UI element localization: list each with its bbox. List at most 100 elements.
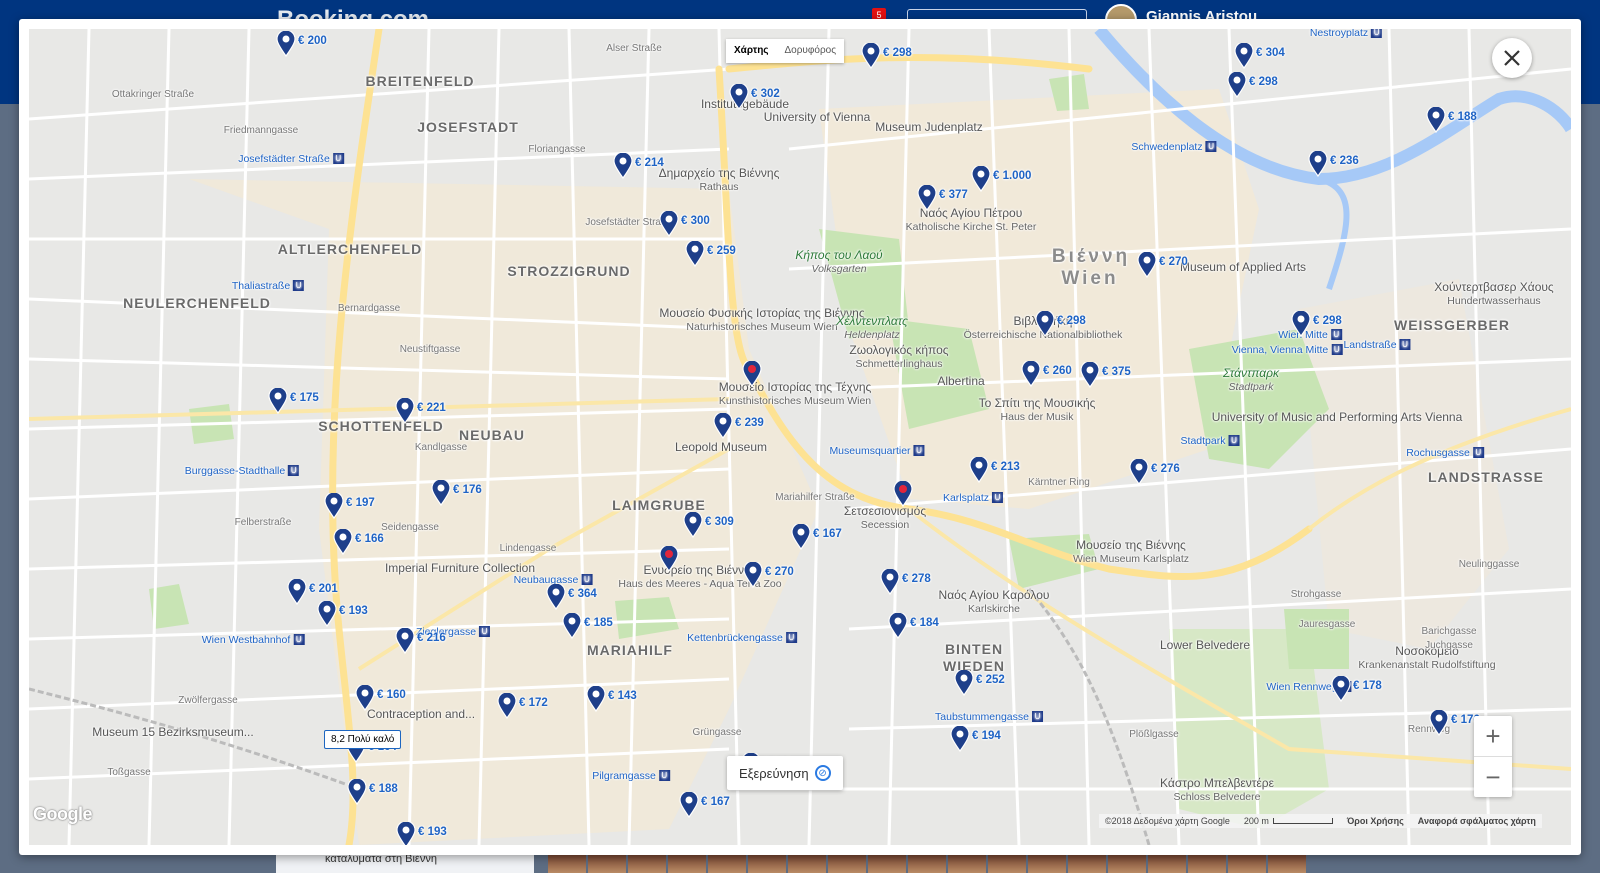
hotel-price-label[interactable]: € 188 (369, 783, 398, 795)
map-label-music-gr[interactable]: Το Σπίτι της Μουσικής Haus der Musik (979, 396, 1096, 423)
map-label-university[interactable]: University of Vienna (764, 110, 871, 125)
hotel-price-label[interactable]: € 172 (519, 697, 548, 709)
map-label-burggasse[interactable]: Burggasse-Stadthalle U (185, 465, 300, 477)
thumbnail[interactable] (708, 852, 746, 873)
hotel-price-label[interactable]: € 364 (568, 588, 597, 600)
hotel-price-label[interactable]: € 276 (1151, 463, 1180, 475)
hotel-price-label[interactable]: € 260 (1043, 365, 1072, 377)
hotel-price-label[interactable]: € 298 (1057, 315, 1086, 327)
scale-bar[interactable]: 200 m (1244, 816, 1333, 826)
map-label-furniture[interactable]: Imperial Furniture Collection (385, 561, 535, 576)
thumbnail[interactable] (748, 852, 786, 873)
hotel-price-label[interactable]: € 270 (1159, 256, 1188, 268)
hotel-price-label[interactable]: € 377 (939, 189, 968, 201)
map-label-thaliastrasse[interactable]: Thaliastraße U (232, 280, 305, 292)
thumbnail[interactable] (668, 852, 706, 873)
map-label-belvedere-lower[interactable]: Lower Belvedere (1160, 638, 1250, 653)
hotel-price-label[interactable]: € 193 (339, 605, 368, 617)
hotel-pin-icon[interactable] (679, 792, 699, 818)
hotel-price-label[interactable]: € 298 (1249, 76, 1278, 88)
hotel-price-label[interactable]: € 236 (1330, 155, 1359, 167)
hotel-pin-icon[interactable] (969, 457, 989, 483)
hotel-pin-icon[interactable] (1291, 311, 1311, 337)
hotel-price-label[interactable]: € 298 (1313, 315, 1342, 327)
hotel-pin-icon[interactable] (546, 584, 566, 610)
thumbnail[interactable] (628, 852, 666, 873)
map-label-belvedere-gr[interactable]: Κάστρο Μπελβεντέρε Schloss Belvedere (1160, 776, 1274, 803)
hotel-pin-icon[interactable] (347, 779, 367, 805)
hotel-pin-icon[interactable] (586, 686, 606, 712)
thumbnail[interactable] (1108, 852, 1146, 873)
map-label-albertina[interactable]: Albertina (937, 374, 984, 389)
hotel-pin-icon[interactable] (268, 388, 288, 414)
hotel-price-label[interactable]: € 259 (707, 245, 736, 257)
hotel-pin-icon[interactable] (396, 822, 416, 845)
hotel-pin-icon[interactable] (1137, 252, 1157, 278)
hotel-pin-icon[interactable] (333, 529, 353, 555)
hotel-pin-icon[interactable] (659, 211, 679, 237)
thumbnail[interactable] (1268, 852, 1306, 873)
hotel-price-label[interactable]: € 300 (681, 215, 710, 227)
map-label-taubstummen[interactable]: Taubstummengasse U (935, 711, 1043, 723)
hotel-price-label[interactable]: € 197 (346, 497, 375, 509)
thumbnail[interactable] (788, 852, 826, 873)
hotel-pin-icon[interactable] (729, 84, 749, 110)
map-label-nestroyplatz[interactable]: Nestroyplatz U (1310, 29, 1383, 39)
hotel-price-label[interactable]: € 175 (290, 392, 319, 404)
hotel-pin-icon[interactable] (954, 670, 974, 696)
hotel-pin-icon[interactable] (880, 569, 900, 595)
hotel-pin-icon[interactable] (613, 153, 633, 179)
hotel-pin-icon[interactable] (1429, 710, 1449, 736)
map-label-butterfly-gr[interactable]: Ζωολογικός κήπος Schmetterlinghaus (849, 343, 948, 370)
hotel-price-label[interactable]: € 160 (377, 689, 406, 701)
hotel-price-label[interactable]: € 252 (976, 674, 1005, 686)
tab-satellite[interactable]: Δορυφόρος (777, 39, 845, 63)
terms-link[interactable]: Όροι Χρήσης (1347, 816, 1404, 826)
map-label-mdw[interactable]: University of Music and Performing Arts … (1212, 410, 1463, 425)
map-label-hundertwasser-gr[interactable]: Χούντερτβασερ Χάους Hundertwasserhaus (1434, 280, 1553, 307)
hotel-price-label[interactable]: € 143 (608, 690, 637, 702)
hotel-pin-icon[interactable] (1021, 361, 1041, 387)
map-label-museumsquartier[interactable]: Museumsquartier U (829, 445, 925, 457)
hotel-pin-icon[interactable] (1035, 311, 1055, 337)
hotel-pin-icon[interactable] (395, 628, 415, 654)
hotel-pin-icon[interactable] (1227, 72, 1247, 98)
hotel-pin-icon[interactable] (562, 613, 582, 639)
photo-thumbnails[interactable] (548, 852, 1306, 873)
map-label-pilgramgasse[interactable]: Pilgramgasse U (592, 770, 670, 782)
hotel-pin-icon[interactable] (950, 726, 970, 752)
hotel-price-label[interactable]: € 1.000 (993, 170, 1031, 182)
thumbnail[interactable] (1228, 852, 1266, 873)
map-label-leopold[interactable]: Leopold Museum (675, 440, 767, 455)
hotel-pin-icon[interactable] (317, 601, 337, 627)
map-label-wienmuseum-gr[interactable]: Μουσείο της Βιέννης Wien Museum Karlsplat… (1073, 538, 1189, 565)
map-label-schwedenplatz[interactable]: Schwedenplatz U (1131, 141, 1217, 153)
hotel-price-label[interactable]: € 239 (735, 417, 764, 429)
hotel-pin-icon[interactable] (1080, 362, 1100, 388)
hotel-pin-icon[interactable] (395, 398, 415, 424)
hotel-pin-icon[interactable] (1129, 459, 1149, 485)
map-label-nhm-gr[interactable]: Μουσείο Φυσικής Ιστορίας της Βιέννης Natu… (659, 306, 864, 333)
hotel-price-label[interactable]: € 216 (417, 632, 446, 644)
hotel-pin-icon[interactable] (1426, 107, 1446, 133)
hotel-price-label[interactable]: € 166 (355, 533, 384, 545)
map-label-rathaus-gr[interactable]: Δημαρχείο της Βιέννης Rathaus (659, 166, 780, 193)
map-canvas[interactable]: BREITENFELD JOSEFSTADT ALTLERCHENFELD STROZ… (29, 29, 1571, 845)
hotel-pin-icon[interactable] (431, 480, 451, 506)
hotel-pin-icon[interactable] (497, 693, 517, 719)
hotel-price-label[interactable]: € 214 (635, 157, 664, 169)
google-logo[interactable]: Google (33, 804, 93, 825)
thumbnail[interactable] (908, 852, 946, 873)
hotel-price-label[interactable]: € 298 (883, 47, 912, 59)
zoom-control[interactable]: + − (1474, 716, 1512, 797)
thumbnail[interactable] (1068, 852, 1106, 873)
hotel-pin-icon[interactable] (861, 43, 881, 69)
hotel-price-label[interactable]: € 167 (701, 796, 730, 808)
hotel-price-label[interactable]: € 309 (705, 516, 734, 528)
map-label-karlskirche-gr[interactable]: Ναός Αγίου Καρόλου Karlskirche (939, 588, 1050, 615)
thumbnail[interactable] (1188, 852, 1226, 873)
hotel-price-label[interactable]: € 221 (417, 402, 446, 414)
hotel-price-label[interactable]: € 270 (765, 566, 794, 578)
thumbnail[interactable] (988, 852, 1026, 873)
hotel-pin-icon[interactable] (1331, 676, 1351, 702)
